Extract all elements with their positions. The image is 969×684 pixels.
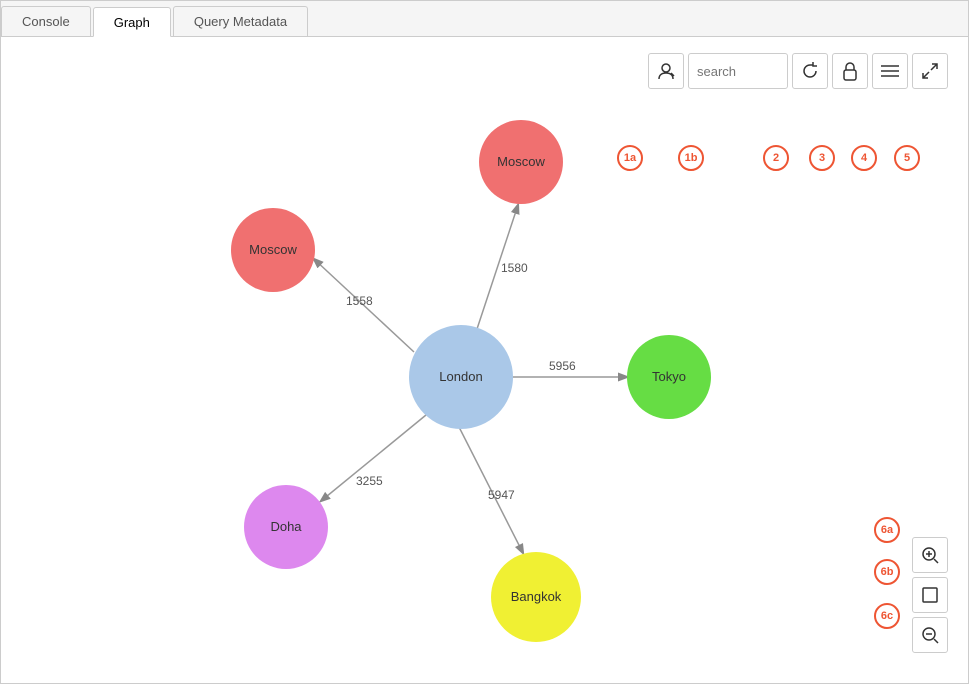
- search-input[interactable]: [688, 53, 788, 89]
- graph-area: 1580 1558 5956 3255 5947 London Moscow M…: [1, 37, 968, 683]
- tab-console[interactable]: Console: [1, 6, 91, 36]
- list-button[interactable]: [872, 53, 908, 89]
- fit-icon: [921, 586, 939, 604]
- edge-label-5956: 5956: [549, 359, 576, 373]
- node-moscow-top-label: Moscow: [497, 154, 545, 169]
- lock-icon: [842, 61, 858, 81]
- edge-london-doha: [321, 415, 426, 501]
- node-tokyo-label: Tokyo: [652, 369, 686, 384]
- edge-label-5947: 5947: [488, 488, 515, 502]
- zoom-in-button[interactable]: [912, 537, 948, 573]
- edge-label-1558: 1558: [346, 294, 373, 308]
- edge-label-1580: 1580: [501, 261, 528, 275]
- person-icon: [656, 61, 676, 81]
- zoom-in-icon: [921, 546, 939, 564]
- expand-button[interactable]: [912, 53, 948, 89]
- tab-query-metadata[interactable]: Query Metadata: [173, 6, 308, 36]
- expand-icon: [921, 62, 939, 80]
- lock-button[interactable]: [832, 53, 868, 89]
- fit-button[interactable]: [912, 577, 948, 613]
- node-moscow-left-label: Moscow: [249, 242, 297, 257]
- main-container: Console Graph Query Metadata 1580 1558: [0, 0, 969, 684]
- toolbar: [648, 53, 948, 89]
- refresh-button[interactable]: [792, 53, 828, 89]
- person-filter-button[interactable]: [648, 53, 684, 89]
- node-bangkok-label: Bangkok: [511, 589, 562, 604]
- tab-graph[interactable]: Graph: [93, 7, 171, 37]
- list-icon: [881, 64, 899, 78]
- zoom-out-button[interactable]: [912, 617, 948, 653]
- zoom-controls: [912, 537, 948, 653]
- graph-svg: 1580 1558 5956 3255 5947 London Moscow M…: [1, 37, 968, 683]
- node-london-label: London: [439, 369, 482, 384]
- edge-label-3255: 3255: [356, 474, 383, 488]
- node-doha-label: Doha: [270, 519, 302, 534]
- zoom-out-icon: [921, 626, 939, 644]
- refresh-icon: [801, 62, 819, 80]
- tab-bar: Console Graph Query Metadata: [1, 1, 968, 37]
